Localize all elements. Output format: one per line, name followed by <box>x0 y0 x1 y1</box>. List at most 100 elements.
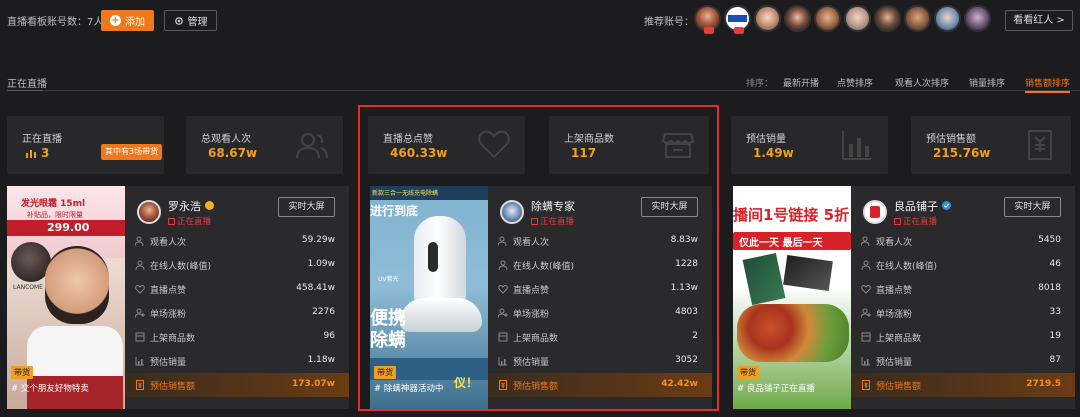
live-card[interactable]: 播间1号链接 5折 仅此一天 最后一天 带货 # 良品铺子正在直播 良品铺子 正… <box>733 186 1075 409</box>
stat-value: 215.76w <box>933 146 991 160</box>
metric-value: 8018 <box>1038 283 1061 293</box>
add-label: 添加 <box>125 17 145 28</box>
metric-row-revenue: 预估销售额 2719.5 <box>851 373 1075 397</box>
stat-label: 预估销量 <box>746 134 786 145</box>
live-info: 罗永浩 正在直播 实时大屏 观看人次 59.29w 在线人数(峰值) 1.09w 直… <box>125 186 349 409</box>
metric-row: 预估销量 1.18w <box>125 349 349 373</box>
add-account-button[interactable]: + 添加 <box>101 10 154 31</box>
metric-label: 单场涨粉 <box>150 310 187 320</box>
metric-value: 2276 <box>312 307 335 317</box>
sort-sales-amount[interactable]: 销售额排序 <box>1025 76 1071 93</box>
sort-likes[interactable]: 点赞排序 <box>837 76 873 89</box>
metrics-list: 观看人次 5450 在线人数(峰值) 46 直播点赞 8018 单场涨粉 33 上架商品… <box>851 229 1075 397</box>
stat-label: 预估销售额 <box>926 134 976 145</box>
host-avatar[interactable] <box>137 200 161 224</box>
live-caption: # 良品铺子正在直播 <box>737 384 815 394</box>
cover-text: 播间1号链接 5折 <box>733 206 850 224</box>
highlight-frame <box>358 105 719 411</box>
host-name[interactable]: 良品铺子 <box>894 198 938 214</box>
gear-icon <box>174 16 183 25</box>
brand-logo-icon <box>870 206 880 218</box>
metric-label: 观看人次 <box>876 238 913 248</box>
sort-sales-volume[interactable]: 销量排序 <box>969 76 1005 89</box>
realtime-screen-button[interactable]: 实时大屏 <box>1004 197 1061 217</box>
metric-label: 预估销量 <box>150 358 187 368</box>
users-icon <box>135 236 144 246</box>
account-count: 直播看板账号数：7人 <box>7 17 104 28</box>
stat-total-views: 总观看人次 68.67w <box>186 116 343 174</box>
bar-chart-icon <box>861 357 870 366</box>
live-cover[interactable]: 发光眼霜 15ml 补贴品，限时限量 299.00 LANCOME 带货 # 交… <box>7 186 125 409</box>
users-icon <box>861 236 870 246</box>
recommended-avatar[interactable] <box>964 5 991 32</box>
store-icon <box>861 332 871 342</box>
recommended-avatar[interactable] <box>844 5 871 32</box>
live-selling-badge: 其中有3场带货 <box>101 144 163 160</box>
recommended-avatar[interactable] <box>874 5 901 32</box>
stat-est-sales: 预估销量 1.49w <box>731 116 888 174</box>
metric-row: 在线人数(峰值) 46 <box>851 253 1075 277</box>
metric-value: 2719.5 <box>1026 379 1061 389</box>
live-status-text: 正在直播 <box>903 217 938 227</box>
sort-latest[interactable]: 最新开播 <box>783 76 819 89</box>
recommended-avatar[interactable] <box>694 5 721 34</box>
host-name[interactable]: 罗永浩 <box>168 198 201 214</box>
sort-views[interactable]: 观看人次排序 <box>895 76 949 89</box>
recommend-label: 推荐账号： <box>644 17 694 28</box>
realtime-screen-button[interactable]: 实时大屏 <box>278 197 335 217</box>
metric-value: 5450 <box>1038 235 1061 245</box>
recommended-avatar[interactable] <box>814 5 841 32</box>
bar-chart-icon <box>26 150 36 158</box>
metric-label: 单场涨粉 <box>876 310 913 320</box>
receipt-icon <box>136 380 144 390</box>
recommended-avatar[interactable] <box>904 5 931 32</box>
users-icon <box>296 133 328 159</box>
manage-button[interactable]: 管理 <box>164 10 217 31</box>
heart-icon <box>861 284 871 294</box>
metric-row: 单场涨粉 33 <box>851 301 1075 325</box>
live-badge <box>734 27 744 34</box>
heart-icon <box>135 284 145 294</box>
receipt-icon <box>862 380 870 390</box>
top-bar: 直播看板账号数：7人 + 添加 管理 推荐账号： 看看红人 > <box>0 0 1080 40</box>
live-card[interactable]: 发光眼霜 15ml 补贴品，限时限量 299.00 LANCOME 带货 # 交… <box>7 186 349 409</box>
tag-text: 带货 <box>14 368 30 377</box>
recommended-avatar[interactable] <box>934 5 961 32</box>
stat-value: 1.49w <box>753 146 794 160</box>
manage-label: 管理 <box>187 17 208 28</box>
store-icon <box>135 332 145 342</box>
user-plus-icon <box>135 308 145 318</box>
recommended-avatar[interactable] <box>724 5 751 34</box>
metric-label: 观看人次 <box>150 238 187 248</box>
recommended-avatar[interactable] <box>754 5 781 32</box>
stat-label: 总观看人次 <box>201 134 251 145</box>
metric-value: 173.07w <box>291 379 335 389</box>
metric-label: 在线人数(峰值) <box>876 262 938 272</box>
cover-text: 发光眼霜 15ml <box>21 199 86 209</box>
metric-row: 上架商品数 19 <box>851 325 1075 349</box>
metric-row-revenue: 预估销售额 173.07w <box>125 373 349 397</box>
recommended-accounts <box>694 5 991 34</box>
metric-row: 直播点赞 458.41w <box>125 277 349 301</box>
selling-tag: 带货 <box>11 366 33 379</box>
host-avatar[interactable] <box>863 200 887 224</box>
user-plus-icon <box>861 308 871 318</box>
live-status: 正在直播 <box>894 215 937 227</box>
metric-value: 33 <box>1049 307 1061 317</box>
live-cover[interactable]: 播间1号链接 5折 仅此一天 最后一天 带货 # 良品铺子正在直播 <box>733 186 851 409</box>
badge-text: 其中有3场带货 <box>105 147 159 156</box>
recommended-avatar[interactable] <box>784 5 811 32</box>
metric-row: 在线人数(峰值) 1.09w <box>125 253 349 277</box>
metric-label: 上架商品数 <box>876 334 922 344</box>
live-info: 良品铺子 正在直播 实时大屏 观看人次 5450 在线人数(峰值) 46 直播点赞 8… <box>851 186 1075 409</box>
metric-value: 458.41w <box>296 283 335 293</box>
sort-label: 排序： <box>746 79 774 89</box>
view-influencers-button[interactable]: 看看红人 > <box>1005 10 1073 31</box>
section-divider <box>7 90 43 91</box>
metric-value: 19 <box>1049 331 1061 341</box>
metric-label: 预估销售额 <box>876 382 922 392</box>
metric-row: 上架商品数 96 <box>125 325 349 349</box>
metric-label: 在线人数(峰值) <box>150 262 212 272</box>
metric-row: 观看人次 59.29w <box>125 229 349 253</box>
plus-icon: + <box>110 15 121 26</box>
